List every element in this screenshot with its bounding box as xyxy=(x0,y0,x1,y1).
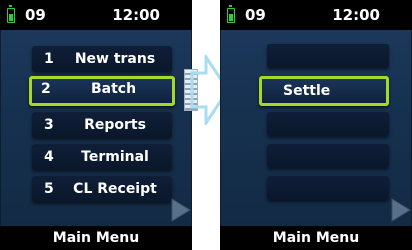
status-bar: 09 12:00 xyxy=(0,0,192,30)
menu-item-number: 5 xyxy=(44,181,54,197)
menu-item-label: Batch xyxy=(90,81,137,97)
status-bar: 09 12:00 xyxy=(220,0,412,30)
battery-icon xyxy=(227,5,235,23)
submenu-item-empty[interactable] xyxy=(267,112,389,136)
signal-strength: 09 xyxy=(25,6,46,24)
battery-icon xyxy=(7,5,15,23)
next-page-arrow-icon[interactable] xyxy=(170,197,192,223)
menu-item-number: 2 xyxy=(41,81,51,97)
menu-item-label: Reports xyxy=(84,117,146,133)
footer-title: Main Menu xyxy=(0,226,192,250)
menu-item-label: Terminal xyxy=(81,149,149,165)
menu-item-new-trans[interactable]: 1 New trans xyxy=(32,46,172,72)
footer-title: Main Menu xyxy=(220,226,412,250)
main-menu-screen: 09 12:00 1 New trans 2 Batch 3 Reports 4… xyxy=(0,0,192,250)
submenu-item-label: Settle xyxy=(283,83,331,99)
menu-item-label: New trans xyxy=(74,51,156,67)
menu-item-number: 1 xyxy=(44,51,54,67)
submenu-item-empty[interactable] xyxy=(267,176,389,200)
menu-item-cl-receipt[interactable]: 5 CL Receipt xyxy=(32,176,172,202)
menu-item-reports[interactable]: 3 Reports xyxy=(32,112,172,138)
clock: 12:00 xyxy=(332,6,380,24)
menu-item-label: CL Receipt xyxy=(73,181,157,197)
next-page-arrow-icon[interactable] xyxy=(390,197,412,223)
submenu-item-settle[interactable]: Settle xyxy=(259,76,389,106)
menu-item-number: 3 xyxy=(44,117,54,133)
menu-item-terminal[interactable]: 4 Terminal xyxy=(32,144,172,170)
signal-strength: 09 xyxy=(245,6,266,24)
menu-item-batch[interactable]: 2 Batch xyxy=(29,76,175,106)
submenu-item-empty[interactable] xyxy=(267,144,389,168)
submenu-item-empty[interactable] xyxy=(267,44,389,68)
clock: 12:00 xyxy=(112,6,160,24)
menu-item-number: 4 xyxy=(44,149,54,165)
